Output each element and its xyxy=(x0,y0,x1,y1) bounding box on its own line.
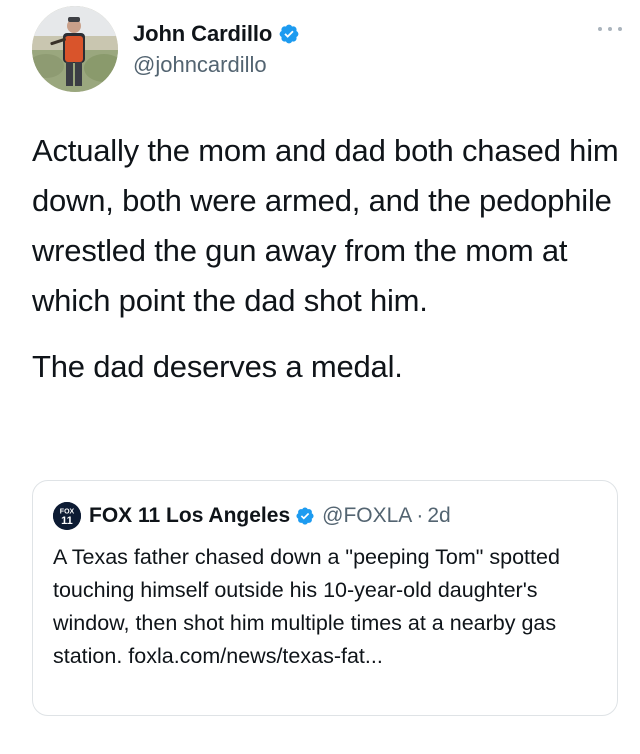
more-dot xyxy=(598,27,602,31)
quoted-tweet-text: A Texas father chased down a "peeping To… xyxy=(53,545,560,668)
display-name-row: John Cardillo xyxy=(133,20,300,48)
quoted-separator: · xyxy=(416,504,424,527)
more-dot xyxy=(608,27,612,31)
tweet-text: Actually the mom and dad both chased him… xyxy=(32,126,622,392)
verified-badge-icon xyxy=(296,507,314,525)
verified-badge-icon xyxy=(279,24,299,44)
fox11-logo-icon: FOX 11 xyxy=(53,502,81,530)
quoted-handle[interactable]: @FOXLA xyxy=(322,504,412,528)
display-name[interactable]: John Cardillo xyxy=(133,21,272,47)
quoted-tweet-header: FOX 11 FOX 11 Los Angeles @FOXLA · 2d xyxy=(53,501,451,531)
more-dot xyxy=(618,27,622,31)
quoted-tweet-card[interactable]: FOX 11 FOX 11 Los Angeles @FOXLA · 2d A … xyxy=(32,480,618,716)
tweet: John Cardillo @johncardillo Actually the… xyxy=(0,0,640,754)
logo-11-text: 11 xyxy=(61,515,73,527)
quoted-display-name[interactable]: FOX 11 Los Angeles xyxy=(89,504,290,528)
quoted-timestamp[interactable]: 2d xyxy=(427,504,450,528)
author-handle[interactable]: @johncardillo xyxy=(133,52,300,78)
tweet-paragraph: The dad deserves a medal. xyxy=(32,349,403,384)
avatar-photo xyxy=(32,6,118,92)
author-names: John Cardillo @johncardillo xyxy=(133,20,300,78)
more-options-icon[interactable] xyxy=(598,24,622,34)
tweet-paragraph: Actually the mom and dad both chased him… xyxy=(32,133,619,318)
avatar[interactable] xyxy=(32,6,118,92)
quoted-avatar: FOX 11 xyxy=(53,502,81,530)
tweet-header: John Cardillo @johncardillo xyxy=(32,6,622,94)
